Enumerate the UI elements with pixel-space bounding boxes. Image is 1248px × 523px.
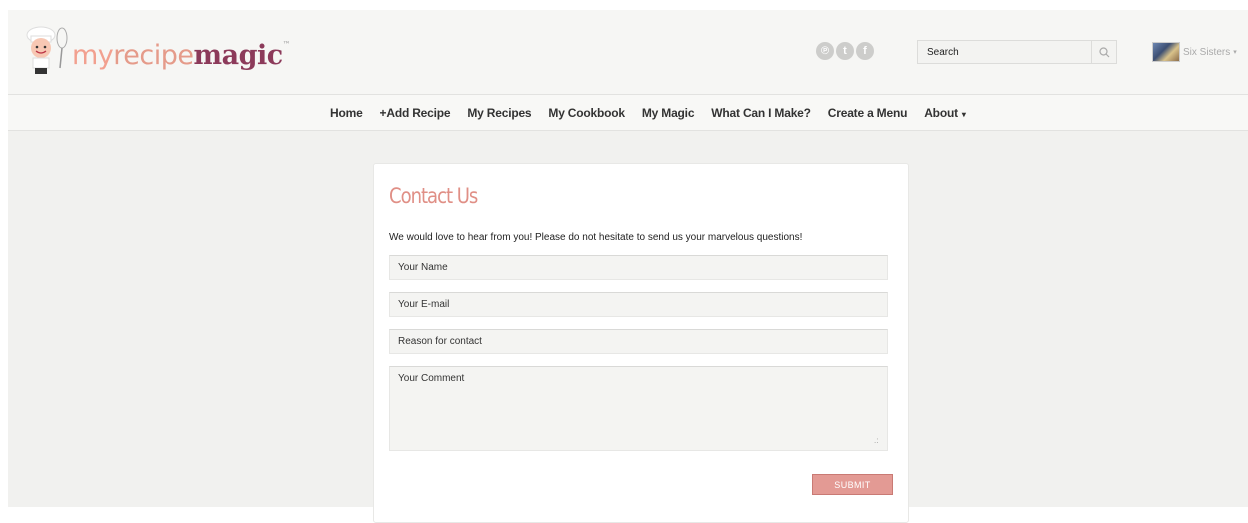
nav-item-my-cookbook[interactable]: My Cookbook — [548, 106, 625, 120]
user-name: Six Sisters — [1183, 46, 1231, 58]
page: myrecipemagic™ ℗ t f Six Sisters ▾ Home — [8, 10, 1248, 523]
facebook-icon[interactable]: f — [856, 42, 874, 60]
nav-item-my-recipes[interactable]: My Recipes — [467, 106, 531, 120]
logo-recipe: recipe — [113, 40, 194, 71]
social-links: ℗ t f — [816, 42, 874, 60]
site-logo[interactable]: myrecipemagic™ — [24, 24, 291, 80]
nav-item-home[interactable]: Home — [330, 106, 363, 120]
pinterest-icon[interactable]: ℗ — [816, 42, 834, 60]
logo-trademark: ™ — [282, 40, 291, 49]
header: myrecipemagic™ ℗ t f Six Sisters ▾ — [8, 10, 1248, 94]
nav-item-create-a-menu[interactable]: Create a Menu — [828, 106, 908, 120]
nav-item-about-label: About — [924, 106, 958, 120]
logo-my: my — [72, 40, 114, 71]
search-button[interactable] — [1091, 41, 1116, 63]
chevron-down-icon: ▾ — [961, 110, 966, 119]
contact-intro: We would love to hear from you! Please d… — [389, 232, 803, 243]
contact-card: Contact Us We would love to hear from yo… — [373, 163, 909, 523]
page-title: Contact Us — [389, 184, 478, 208]
logo-magic: magic — [193, 40, 284, 71]
nav-item-about[interactable]: About ▾ — [924, 106, 966, 120]
name-field[interactable] — [389, 255, 888, 280]
resize-handle-icon[interactable]: .: — [874, 436, 878, 445]
reason-field[interactable] — [389, 329, 888, 354]
submit-button[interactable]: SUBMIT — [812, 474, 893, 495]
email-field[interactable] — [389, 292, 888, 317]
nav-item-add-recipe[interactable]: +Add Recipe — [380, 106, 451, 120]
user-menu[interactable]: Six Sisters ▾ — [1152, 42, 1237, 62]
search-box — [917, 40, 1117, 64]
nav-item-my-magic[interactable]: My Magic — [642, 106, 695, 120]
search-icon — [1098, 46, 1109, 57]
search-input[interactable] — [918, 41, 1093, 63]
main-nav: Home +Add Recipe My Recipes My Cookbook … — [8, 94, 1248, 131]
twitter-icon[interactable]: t — [836, 42, 854, 60]
nav-item-what-can-i-make[interactable]: What Can I Make? — [711, 106, 811, 120]
logo-wordmark: myrecipemagic™ — [72, 40, 291, 71]
chevron-down-icon: ▾ — [1233, 49, 1237, 56]
comment-field[interactable] — [389, 366, 888, 451]
avatar — [1152, 42, 1180, 62]
chef-mascot-icon — [26, 26, 68, 74]
